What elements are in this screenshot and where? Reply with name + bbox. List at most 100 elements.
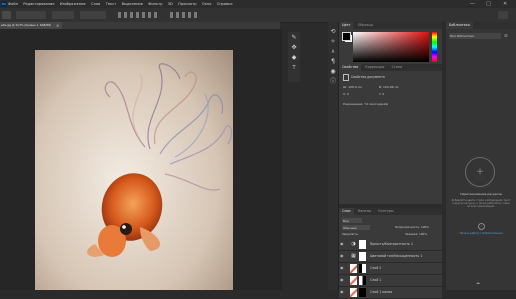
y-value[interactable]: Y: 0 [379, 92, 384, 96]
menu-3d[interactable]: 3D [168, 0, 173, 8]
libraries-panel: Библиотеки Мои библиотеки ☰ + Перетаскив… [446, 22, 516, 290]
swatches-icon[interactable]: ◉ [329, 68, 337, 76]
resolution-value: Разрешение: 72 пиксч/дюйм [343, 102, 389, 106]
menu-type[interactable]: Текст [106, 0, 117, 8]
character-icon[interactable]: A [329, 48, 337, 56]
menu-help[interactable]: Справка [217, 0, 233, 8]
layer-thumbnail[interactable] [350, 288, 357, 297]
foreground-color-swatch[interactable] [342, 32, 351, 41]
layer-row[interactable]: ◉ Слой 1 [339, 275, 442, 287]
tab-properties[interactable]: Свойства [339, 64, 362, 71]
libraries-panel-tabs: Библиотеки [446, 22, 516, 29]
layer-thumbnail[interactable] [350, 264, 357, 273]
libraries-link[interactable]: Начать работу с библиотеками [449, 232, 513, 235]
brush-icon[interactable]: ✎ [290, 34, 298, 42]
tab-swatches[interactable]: Образцы [355, 22, 376, 29]
tool-option-2[interactable] [52, 11, 74, 19]
shape-icon[interactable]: ◆ [290, 54, 298, 62]
width-value[interactable]: Ш: 108,9 см [343, 85, 362, 89]
layer-mask-thumbnail[interactable] [359, 288, 366, 297]
fill-field[interactable]: Заливка: 100% [405, 232, 427, 237]
paragraph-icon[interactable]: ¶ [329, 58, 337, 66]
color-panel-tabs: Цвет Образцы [339, 22, 442, 29]
tool-preset-icon[interactable] [2, 11, 11, 19]
tab-libraries[interactable]: Библиотеки [446, 22, 473, 29]
layer-name: Слой 1 копия [370, 290, 393, 294]
kind-filter-label: Вид [343, 219, 349, 223]
maximize-button[interactable]: □ [486, 0, 491, 8]
options-bar [0, 8, 516, 23]
color-picker-field[interactable] [353, 32, 429, 62]
minimize-button[interactable]: — [470, 0, 475, 8]
tab-styles[interactable]: Стили [389, 64, 406, 71]
visibility-eye-icon[interactable]: ◉ [340, 265, 346, 272]
visibility-eye-icon[interactable]: ◉ [340, 241, 346, 248]
layer-row[interactable]: ◉ ◑ Яркость/Контрастность 1 [339, 239, 442, 251]
mini-toolbar: ✎ ✥ ◆ T [288, 32, 300, 82]
document-tab[interactable]: ыба.jpg @ 32,5% (Кривые 1, RGB/8#) × [0, 22, 62, 29]
brush-settings-icon[interactable]: ✧ [329, 38, 337, 46]
tab-layers[interactable]: Слои [339, 208, 354, 215]
library-select-label: Мои библиотеки [450, 34, 475, 38]
visibility-eye-icon[interactable]: ◉ [340, 277, 346, 284]
layer-mask-thumbnail[interactable] [359, 240, 366, 249]
distribute-icons[interactable] [170, 12, 200, 18]
menu-window[interactable]: Окно [202, 0, 212, 8]
layer-thumbnail[interactable] [350, 276, 357, 285]
workspace-icon[interactable] [498, 11, 508, 19]
info-icon[interactable]: ⓘ [329, 78, 337, 86]
layer-kind-filter[interactable]: Вид [342, 218, 362, 223]
layer-row[interactable]: ◉ ▦ Цветовой тон/Насыщенность 1 [339, 251, 442, 263]
blend-mode-select[interactable]: Обычные [342, 225, 370, 230]
menu-view[interactable]: Просмотр [178, 0, 196, 8]
menu-list: Файл Редактирование Изображение Слои Тек… [8, 0, 237, 8]
menu-filter[interactable]: Фильтр [148, 0, 162, 8]
properties-panel-tabs: Свойства Коррекция Стили [339, 64, 442, 71]
layer-mask-thumbnail[interactable] [359, 264, 366, 273]
align-icons[interactable] [118, 12, 158, 18]
tab-channels[interactable]: Каналы [355, 208, 374, 215]
info-icon[interactable]: i [478, 223, 485, 230]
lock-label: Закрепить: [342, 232, 359, 236]
layers-panel: Слои Каналы Контуры Вид Обычные Непрозра… [339, 208, 442, 299]
menu-layers[interactable]: Слои [91, 0, 100, 8]
blend-mode-label: Обычные [343, 226, 357, 230]
x-value[interactable]: X: 0 [343, 92, 349, 96]
layer-row[interactable]: ◉ Слой 2 [339, 263, 442, 275]
opacity-field[interactable]: Непрозрачность: 100% [395, 225, 429, 230]
document-image [35, 50, 233, 290]
close-button[interactable]: ✕ [503, 0, 507, 8]
history-icon[interactable]: ⟲ [329, 28, 337, 36]
document-tab-close-icon[interactable]: × [56, 22, 59, 29]
menu-file[interactable]: Файл [8, 0, 18, 8]
tool-option-1[interactable] [16, 11, 46, 19]
menu-select[interactable]: Выделение [122, 0, 143, 8]
visibility-eye-icon[interactable]: ◉ [340, 253, 346, 260]
library-view-icon[interactable]: ☰ [504, 33, 508, 38]
libraries-description: Добавляйте цвета, стили, изображения, те… [451, 199, 511, 209]
tool-option-3[interactable] [80, 11, 106, 19]
layers-panel-tabs: Слои Каналы Контуры [339, 208, 442, 215]
layer-row[interactable]: ◉ Слой 1 копия [339, 287, 442, 299]
cloud-sync-icon[interactable]: ☁ [476, 280, 480, 285]
document-tab-title: ыба.jpg @ 32,5% (Кривые 1, RGB/8#) [1, 24, 52, 27]
library-select[interactable]: Мои библиотеки [449, 33, 501, 39]
type-icon[interactable]: T [290, 64, 298, 72]
add-resource-icon[interactable]: + [465, 157, 495, 187]
tab-adjustments[interactable]: Коррекция [362, 64, 387, 71]
visibility-eye-icon[interactable]: ◉ [340, 289, 346, 296]
move-icon[interactable]: ✥ [290, 44, 298, 52]
app-logo[interactable]: Ps [1, 1, 7, 7]
menu-image[interactable]: Изображение [60, 0, 86, 8]
height-value[interactable]: В: 100,96 см [379, 85, 398, 89]
hue-slider[interactable] [432, 32, 437, 62]
libraries-heading: Перетаскивание ресурсов [460, 192, 502, 196]
menu-bar: Ps Файл Редактирование Изображение Слои … [0, 0, 516, 8]
document-properties-icon [343, 74, 349, 81]
layer-mask-thumbnail[interactable] [359, 276, 366, 285]
layer-mask-thumbnail[interactable] [359, 252, 366, 261]
menu-edit[interactable]: Редактирование [23, 0, 54, 8]
tab-color[interactable]: Цвет [339, 22, 354, 29]
canvas-area[interactable] [0, 29, 282, 290]
tab-paths[interactable]: Контуры [375, 208, 396, 215]
